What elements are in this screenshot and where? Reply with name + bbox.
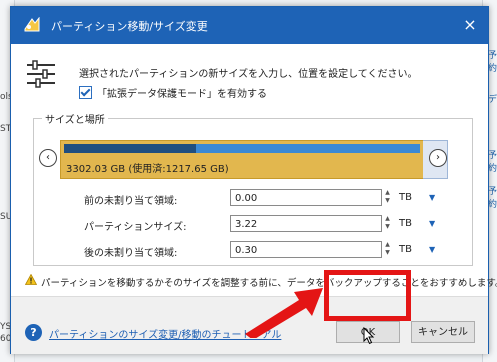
red-arrow-icon (245, 288, 323, 338)
extended-protection-row: 「拡張データ保護モード」を有効する (79, 85, 267, 100)
help-icon[interactable]: ? (25, 324, 42, 341)
after-unallocated-unit: TB (399, 244, 412, 255)
spinner-down-icon[interactable]: ▼ (383, 197, 392, 205)
spinner-down-icon[interactable]: ▼ (383, 223, 392, 231)
app-logo-icon (24, 17, 40, 32)
background-fragment: 予約 (488, 187, 497, 210)
partition-size-unit: TB (399, 218, 412, 229)
extended-protection-label: 「拡張データ保護モード」を有効する (97, 89, 267, 100)
before-unallocated-spinner[interactable]: ▲ ▼ (383, 189, 392, 206)
chevron-down-icon[interactable]: ▼ (429, 193, 435, 202)
spinner-up-icon[interactable]: ▲ (383, 241, 392, 249)
partition-size-input[interactable]: 3.22 (230, 215, 382, 232)
partition-capacity-bar (64, 144, 420, 153)
before-unallocated-label: 前の未割り当て領域: (84, 196, 178, 207)
cancel-button[interactable]: キャンセル (411, 321, 475, 343)
background-fragment: 予約 (488, 151, 497, 174)
move-resize-dialog: パーティション移動/サイズ変更 × 選択されたパーティションの新サイズを入力し、… (10, 6, 497, 354)
after-unallocated-input[interactable]: 0.30 (230, 241, 382, 258)
partition-size-label: パーティションサイズ: (84, 222, 187, 233)
extended-protection-checkbox[interactable] (79, 86, 92, 99)
group-title: サイズと場所 (42, 111, 108, 126)
background-fragment: デ (488, 95, 497, 105)
spinner-up-icon[interactable]: ▲ (383, 189, 392, 197)
partition-block[interactable]: 3302.03 GB (使用済:1217.65 GB) (60, 140, 424, 179)
mouse-cursor-icon (363, 327, 375, 345)
background-fragment: 予約 (488, 51, 497, 74)
partition-size-spinner[interactable]: ▲ ▼ (383, 215, 392, 232)
dialog-title: パーティション移動/サイズ変更 (51, 20, 208, 33)
partition-used-bar (64, 144, 196, 153)
move-left-button[interactable]: ‹ (39, 149, 57, 167)
sliders-icon (27, 60, 55, 88)
spinner-down-icon[interactable]: ▼ (383, 249, 392, 257)
chevron-down-icon[interactable]: ▼ (429, 219, 435, 228)
before-unallocated-input[interactable]: 0.00 (230, 189, 382, 206)
close-button[interactable]: × (460, 15, 480, 35)
size-location-group: サイズと場所 ‹ 3302.03 GB (使用済:1217.65 GB) › 前… (33, 111, 473, 266)
after-unallocated-spinner[interactable]: ▲ ▼ (383, 241, 392, 258)
chevron-down-icon[interactable]: ▼ (429, 245, 435, 254)
before-unallocated-unit: TB (399, 192, 412, 203)
warning-icon (25, 274, 37, 285)
spinner-up-icon[interactable]: ▲ (383, 215, 392, 223)
dialog-description: 選択されたパーティションの新サイズを入力し、位置を設定してください。 (79, 69, 418, 80)
move-right-button[interactable]: › (429, 149, 447, 167)
after-unallocated-label: 後の未割り当て領域: (84, 248, 178, 259)
partition-label: 3302.03 GB (使用済:1217.65 GB) (66, 164, 229, 175)
ok-highlight-box (324, 270, 411, 321)
dialog-titlebar: パーティション移動/サイズ変更 × (11, 7, 488, 44)
